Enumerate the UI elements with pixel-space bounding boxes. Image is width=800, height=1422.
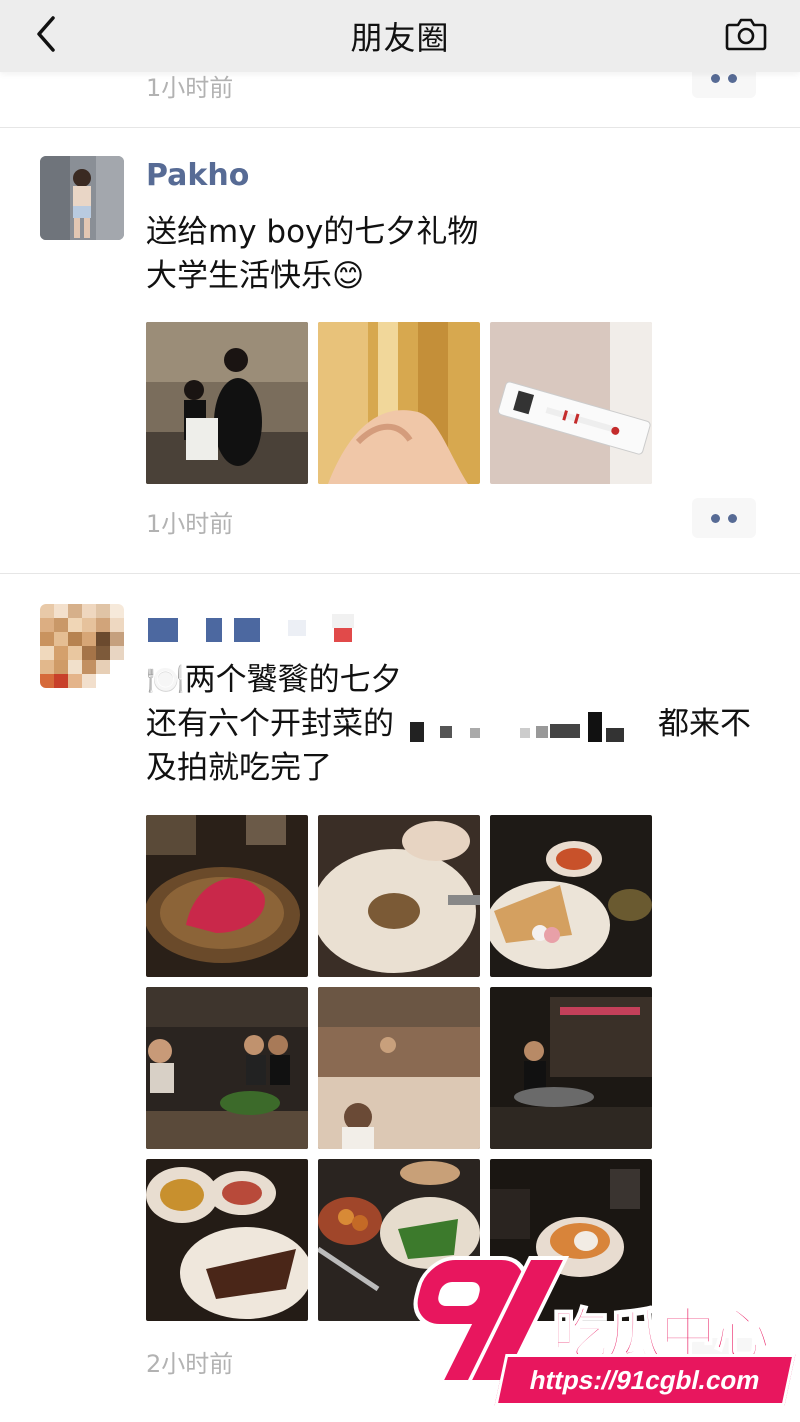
- avatar-photo: [40, 156, 124, 240]
- photo-thumbnail[interactable]: [146, 322, 308, 484]
- photo-thumbnail[interactable]: [146, 987, 308, 1149]
- back-chevron-icon: [37, 16, 55, 52]
- previous-post-footer: 1小时前: [0, 58, 800, 128]
- censored-text: [410, 712, 630, 748]
- watermark-url: https://91cgbl.com: [494, 1354, 796, 1406]
- post-time: 1小时前: [146, 510, 234, 538]
- photo-thumbnail[interactable]: [146, 1159, 308, 1321]
- post-time: 1小时前: [146, 74, 234, 102]
- more-dots-icon: [711, 513, 720, 523]
- avatar[interactable]: [40, 156, 124, 240]
- post-text-line-2-end: 都来不: [658, 706, 751, 742]
- moment-post: Pakho 送给my boy的七夕礼物 大学生活快乐😊 1小时前: [0, 128, 800, 574]
- author-name[interactable]: Pakho: [146, 158, 249, 193]
- pixelated-avatar-image: [40, 604, 124, 688]
- more-dots-icon: [711, 73, 720, 83]
- camera-button[interactable]: [722, 10, 770, 58]
- photo-thumbnail[interactable]: [490, 987, 652, 1149]
- more-options-button[interactable]: [692, 498, 756, 538]
- post-text: 送给my boy的七夕礼物 大学生活快乐😊: [146, 214, 479, 294]
- photo-grid: [146, 322, 652, 484]
- photo-grid: [146, 815, 652, 1321]
- page-title: 朋友圈: [350, 19, 450, 57]
- photo-thumbnail[interactable]: [318, 987, 480, 1149]
- avatar-pixelated[interactable]: [40, 604, 124, 688]
- photo-thumbnail[interactable]: [318, 815, 480, 977]
- photo-thumbnail[interactable]: [490, 322, 652, 484]
- photo-thumbnail[interactable]: [490, 815, 652, 977]
- camera-icon: [725, 18, 767, 51]
- post-text-line-1: 🍽️两个饕餮的七夕: [146, 662, 402, 698]
- site-watermark: 吃瓜中心 https://91cgbl.com: [400, 1250, 800, 1422]
- author-name-censored[interactable]: [148, 614, 368, 646]
- photo-thumbnail[interactable]: [146, 815, 308, 977]
- post-text-line-3: 及拍就吃完了: [146, 750, 332, 786]
- top-nav-bar: 朋友圈: [0, 0, 800, 72]
- photo-thumbnail[interactable]: [318, 322, 480, 484]
- back-button[interactable]: [24, 12, 68, 56]
- post-text-line-2: 还有六个开封菜的: [146, 706, 394, 742]
- post-time: 2小时前: [146, 1350, 234, 1378]
